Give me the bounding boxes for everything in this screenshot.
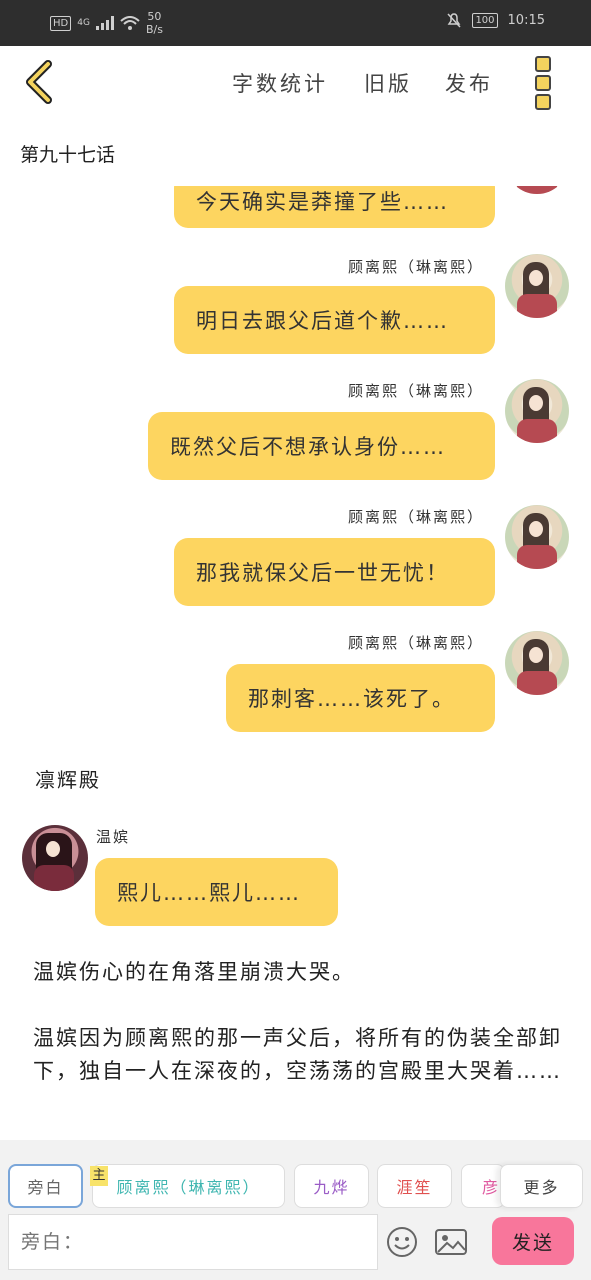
chat-area[interactable]: 今天确实是莽撞了些…… 顾离熙（琳离熙） 明日去跟父后道个歉…… 顾离熙（琳离熙… xyxy=(0,186,591,1140)
character-chip-yan[interactable]: 彦 xyxy=(461,1164,505,1208)
message-text: 明日去跟父后道个歉…… xyxy=(196,309,449,333)
message-text: 今天确实是莽撞了些…… xyxy=(196,190,449,214)
status-bar: HD 4G 50 B/s 100 10:15 xyxy=(0,0,591,46)
character-chip-jiuye[interactable]: 九烨 xyxy=(294,1164,369,1208)
clock: 10:15 xyxy=(507,12,545,28)
sender-name: 温嫔 xyxy=(96,828,131,846)
word-count-link[interactable]: 字数统计 xyxy=(232,68,328,98)
message-text: 那我就保父后一世无忧！ xyxy=(196,561,449,585)
top-bar: 字数统计 旧版 发布 xyxy=(0,46,591,120)
chapter-title: 第九十七话 xyxy=(20,144,116,166)
avatar[interactable] xyxy=(505,631,569,695)
speed-value: 50 xyxy=(147,10,162,23)
message-text: 那刺客……该死了。 xyxy=(248,687,455,711)
network-speed: 50 B/s xyxy=(146,10,163,36)
message-bubble[interactable]: 熙儿……熙儿…… xyxy=(95,858,338,926)
avatar[interactable] xyxy=(505,379,569,443)
avatar[interactable] xyxy=(505,505,569,569)
narration-text: 温嫔因为顾离熙的那一声父后，将所有的伪装全部卸下，独自一人在深夜的，空荡荡的宫殿… xyxy=(33,1026,562,1083)
composer-panel: 旁白 顾离熙（琳离熙） 主 九烨 涯笙 彦 更多 发送 xyxy=(0,1140,591,1280)
sender-name: 顾离熙（琳离熙） xyxy=(347,258,484,276)
message-bubble[interactable]: 那刺客……该死了。 xyxy=(226,664,495,732)
more-characters-button[interactable]: 更多 xyxy=(500,1164,583,1208)
narration-text: 温嫔伤心的在角落里崩溃大哭。 xyxy=(33,960,355,984)
message-text: 既然父后不想承认身份…… xyxy=(170,435,446,459)
sender-name: 顾离熙（琳离熙） xyxy=(347,634,484,652)
emoji-icon[interactable] xyxy=(386,1226,418,1258)
character-chip-narrator[interactable]: 旁白 xyxy=(8,1164,83,1208)
avatar[interactable] xyxy=(505,186,569,194)
scene-label: 凛辉殿 xyxy=(35,768,101,792)
image-icon[interactable] xyxy=(434,1226,468,1258)
hd-indicator: HD xyxy=(50,15,72,31)
signal-icon xyxy=(95,16,114,30)
character-chip-yasheng[interactable]: 涯笙 xyxy=(377,1164,452,1208)
avatar[interactable] xyxy=(505,254,569,318)
wifi-icon xyxy=(120,16,140,30)
back-arrow-icon[interactable] xyxy=(22,60,62,104)
old-version-link[interactable]: 旧版 xyxy=(364,68,412,98)
sender-name: 顾离熙（琳离熙） xyxy=(347,508,484,526)
more-menu-icon[interactable] xyxy=(535,56,553,110)
battery-indicator: 100 xyxy=(472,12,498,28)
main-character-badge: 主 xyxy=(90,1166,108,1186)
message-text: 熙儿……熙儿…… xyxy=(117,881,301,905)
message-bubble[interactable]: 明日去跟父后道个歉…… xyxy=(174,286,495,354)
avatar[interactable] xyxy=(22,825,88,891)
mute-bell-icon xyxy=(447,13,461,28)
network-type: 4G xyxy=(77,18,90,28)
message-bubble[interactable]: 既然父后不想承认身份…… xyxy=(148,412,495,480)
message-bubble[interactable]: 那我就保父后一世无忧！ xyxy=(174,538,495,606)
message-bubble[interactable]: 今天确实是莽撞了些…… xyxy=(174,186,495,228)
publish-link[interactable]: 发布 xyxy=(445,68,493,98)
speed-unit: B/s xyxy=(145,23,163,36)
sender-name: 顾离熙（琳离熙） xyxy=(347,382,484,400)
message-input[interactable] xyxy=(8,1214,378,1270)
character-chip-gu-lixi[interactable]: 顾离熙（琳离熙） xyxy=(92,1164,285,1208)
send-button[interactable]: 发送 xyxy=(492,1217,574,1265)
